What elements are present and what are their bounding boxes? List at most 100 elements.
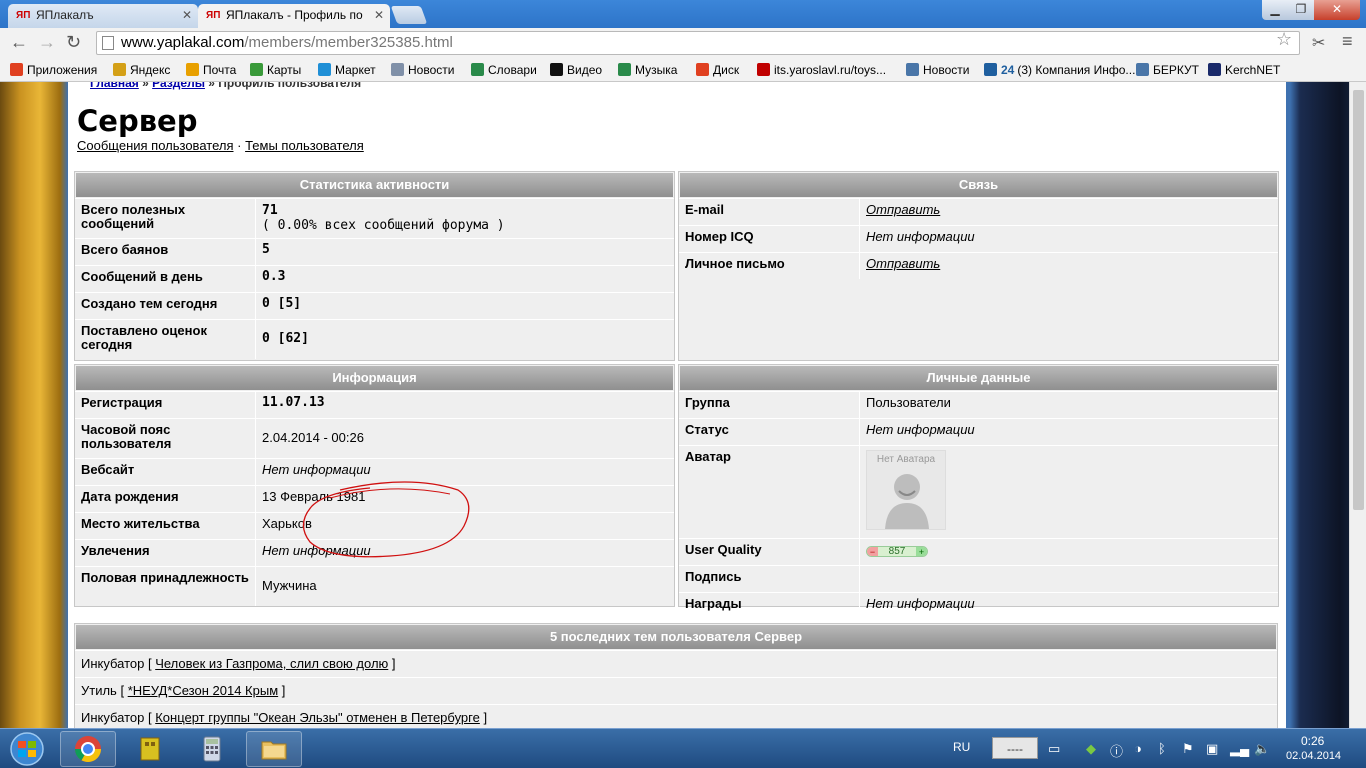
language-indicator[interactable]: RU xyxy=(953,740,970,754)
page-content: Главная » Разделы » Профиль пользователя… xyxy=(68,82,1286,728)
windows-start-icon[interactable] xyxy=(2,730,52,768)
maximize-button[interactable]: ❐ xyxy=(1288,0,1314,20)
bookmark-item[interactable]: KerchNET xyxy=(1208,63,1280,77)
menu-icon[interactable]: ≡ xyxy=(1342,31,1353,52)
bookmark-item[interactable]: Видео xyxy=(550,63,602,77)
clock-time[interactable]: 0:26 xyxy=(1301,734,1324,748)
page-viewport: Главная » Разделы » Профиль пользователя… xyxy=(0,82,1366,728)
contact-label: Личное письмо xyxy=(679,253,860,279)
info-label: Место жительства xyxy=(75,513,256,539)
topic-section: Инкубатор xyxy=(81,656,145,671)
forward-arrow-icon[interactable]: → xyxy=(38,32,56,53)
network-icon[interactable]: ◑ xyxy=(1134,741,1142,756)
stat-value-percent: ( 0.00% всех сообщений форума ) xyxy=(262,218,505,233)
taskbar-explorer-button[interactable] xyxy=(246,731,302,767)
stat-label: Создано тем сегодня xyxy=(75,293,256,319)
info-header: Информация xyxy=(76,366,673,390)
bookmark-item[interactable]: Маркет xyxy=(318,63,376,77)
bookmark-prefix: 24 xyxy=(1001,63,1015,77)
stat-value: 5 xyxy=(262,242,270,257)
stat-label: Всего полезных сообщений xyxy=(75,199,256,238)
address-bar[interactable]: www.yaplakal.com/members/member325385.ht… xyxy=(96,31,1300,55)
red-circle-annotation xyxy=(302,481,470,558)
rate-plus-icon[interactable]: + xyxy=(916,547,927,557)
recent-topics-header: 5 последних тем пользователя Сервер xyxy=(76,625,1276,649)
bookmark-icon xyxy=(10,63,23,76)
bookmark-label: Новости xyxy=(408,63,455,77)
taskbar-calculator-button[interactable] xyxy=(184,731,240,767)
reload-icon[interactable]: ↻ xyxy=(66,32,81,53)
tab-label: ЯПлакалъ xyxy=(36,8,94,22)
personal-value: Пользователи xyxy=(866,395,951,410)
new-tab-button[interactable] xyxy=(390,6,428,24)
flag-icon[interactable]: ⚑ xyxy=(1182,741,1194,757)
bookmark-item[interactable]: its.yaroslavl.ru/toys... xyxy=(757,63,886,77)
bookmark-item[interactable]: Словари xyxy=(471,63,537,77)
url-host: www.yaplakal.com xyxy=(121,34,245,51)
clock-date[interactable]: 02.04.2014 xyxy=(1286,750,1341,762)
user-topics-link[interactable]: Темы пользователя xyxy=(245,138,364,153)
extension-icon[interactable]: ✂ xyxy=(1312,33,1325,53)
tray-input-field[interactable]: ---- xyxy=(992,737,1038,759)
topic-link[interactable]: *НЕУД*Сезон 2014 Крым xyxy=(128,683,278,698)
window-close-button[interactable]: ✕ xyxy=(1314,0,1360,20)
bookmark-icon xyxy=(391,63,404,76)
bookmark-item[interactable]: Новости xyxy=(391,63,454,77)
topic-link[interactable]: Человек из Газпрома, слил свою долю xyxy=(155,656,388,671)
bookmarks-bar: Приложения Яндекс Почта Карты Маркет Новости С… xyxy=(0,58,1366,82)
info-icon[interactable]: ⓘ xyxy=(1110,741,1123,760)
user-messages-link[interactable]: Сообщения пользователя xyxy=(77,138,234,153)
breadcrumb-home[interactable]: Главная xyxy=(90,82,139,90)
bookmark-item[interactable]: Яндекс xyxy=(113,63,170,77)
battery-icon[interactable]: ▭ xyxy=(1048,741,1060,757)
bookmark-item[interactable]: 24 (3) Компания Инфо... xyxy=(984,63,1135,77)
bookmark-item[interactable]: Карты xyxy=(250,63,301,77)
bookmark-label: (3) Компания Инфо... xyxy=(1017,63,1136,77)
bookmark-item[interactable]: Диск xyxy=(696,63,739,77)
stat-value: 0.3 xyxy=(262,269,286,284)
taskbar-chrome-button[interactable] xyxy=(60,731,116,767)
scrollbar-thumb[interactable] xyxy=(1353,90,1364,510)
breadcrumb-sections[interactable]: Разделы xyxy=(152,82,205,90)
contact-label: Номер ICQ xyxy=(679,226,860,252)
bookmark-icon xyxy=(696,63,709,76)
url-path: /members/member325385.html xyxy=(244,34,453,51)
email-send-link[interactable]: Отправить xyxy=(866,202,940,217)
volume-icon[interactable]: 🔈 xyxy=(1254,741,1270,757)
list-item: Инкубатор [ Концерт группы "Океан Эльзы"… xyxy=(75,704,1277,728)
back-arrow-icon[interactable]: ← xyxy=(10,32,28,53)
bookmark-icon xyxy=(186,63,199,76)
bookmark-item[interactable]: Почта xyxy=(186,63,236,77)
breadcrumb: Главная » Разделы » Профиль пользователя xyxy=(90,82,361,90)
browser-tabstrip: ЯП ЯПлакалъ ✕ ЯП ЯПлакалъ - Профиль по ✕… xyxy=(0,0,1366,28)
topic-link[interactable]: Концерт группы "Океан Эльзы" отменен в П… xyxy=(155,710,480,725)
close-icon[interactable]: ✕ xyxy=(374,8,384,22)
bookmark-item[interactable]: Новости xyxy=(906,63,969,77)
close-icon[interactable]: ✕ xyxy=(182,8,192,22)
personal-label: Награды xyxy=(679,593,860,619)
bookmark-label: Яндекс xyxy=(130,63,171,77)
page-scrollbar[interactable] xyxy=(1349,82,1366,728)
bookmark-label: Приложения xyxy=(27,63,98,77)
taskbar-app-button[interactable] xyxy=(122,731,178,767)
browser-tab-2[interactable]: ЯП ЯПлакалъ - Профиль по ✕ xyxy=(198,4,390,28)
pm-send-link[interactable]: Отправить xyxy=(866,256,940,271)
stat-value: 0 [62] xyxy=(262,331,309,346)
bookmark-item[interactable]: Приложения xyxy=(10,63,97,77)
nvidia-icon[interactable]: ◆ xyxy=(1086,741,1096,757)
bookmark-item[interactable]: БЕРКУТ xyxy=(1136,63,1199,77)
bookmark-item[interactable]: Музыка xyxy=(618,63,677,77)
browser-tab-1[interactable]: ЯП ЯПлакалъ ✕ xyxy=(8,4,198,28)
contact-label: E-mail xyxy=(679,199,860,225)
stat-label: Всего баянов xyxy=(75,239,256,265)
personal-header: Личные данные xyxy=(680,366,1277,390)
bluetooth-icon[interactable]: ᛒ xyxy=(1158,741,1166,756)
activity-panel: Статистика активности Всего полезных соо… xyxy=(74,171,675,361)
personal-label: Подпись xyxy=(679,566,860,592)
device-icon[interactable]: ▣ xyxy=(1206,741,1218,757)
bookmark-label: Словари xyxy=(488,63,537,77)
bookmark-star-icon[interactable]: ☆ xyxy=(1276,29,1292,50)
signal-icon[interactable]: ▂▄ xyxy=(1230,741,1249,757)
minimize-button[interactable]: ▁ xyxy=(1262,0,1288,20)
rate-minus-icon[interactable]: − xyxy=(867,547,878,557)
